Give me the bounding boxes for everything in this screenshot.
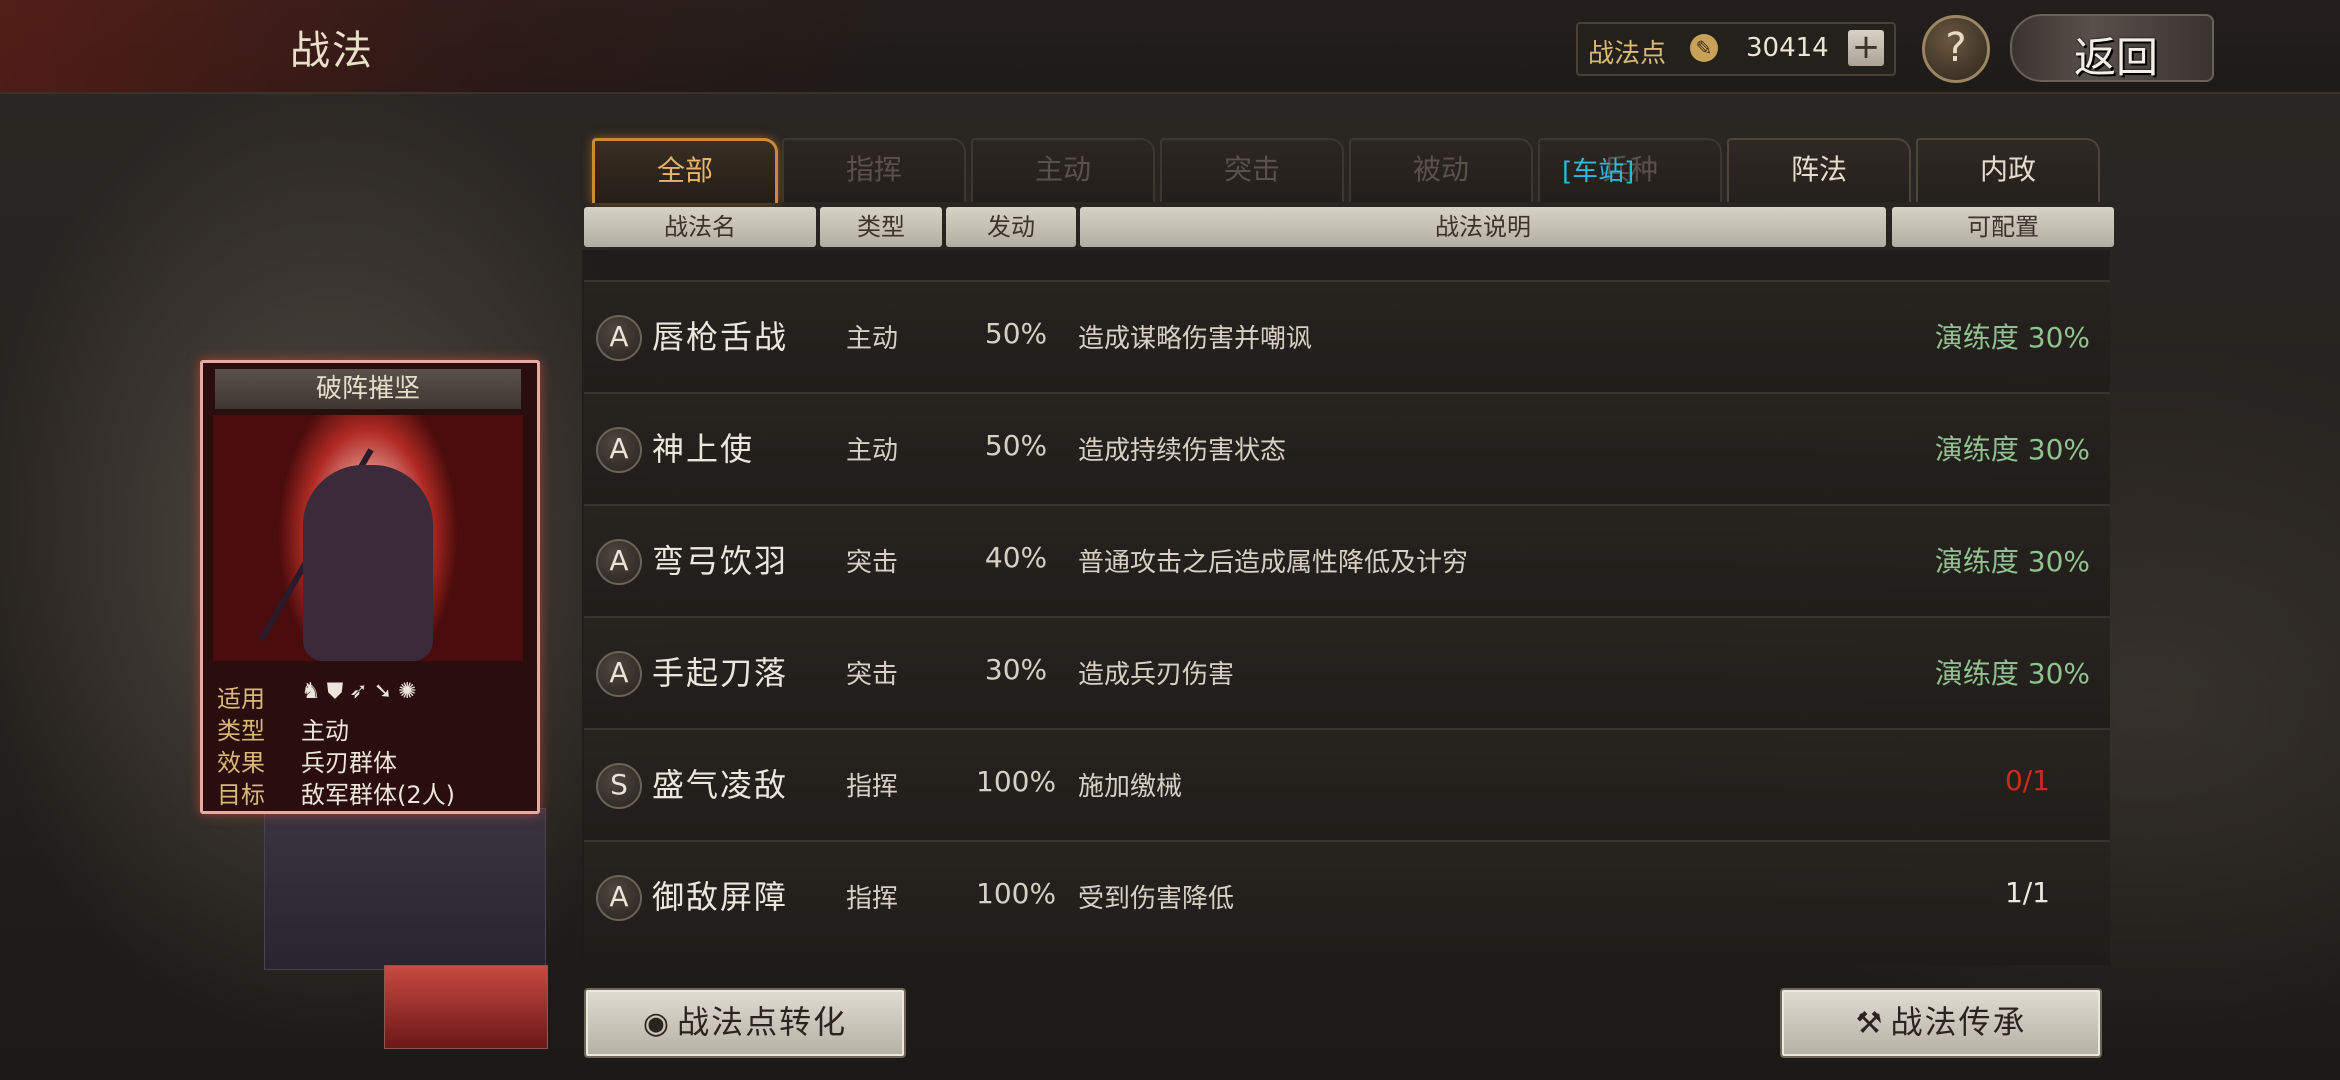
skill-type: 突击 <box>846 660 899 690</box>
tab-command[interactable]: 指挥 <box>782 138 966 202</box>
skill-description: 受到伤害降低 <box>1078 884 1235 914</box>
tab-internal-affairs[interactable]: 内政 <box>1916 138 2100 202</box>
skill-rate: 30% <box>984 653 1048 686</box>
tab-assault[interactable]: 突击 <box>1160 138 1344 202</box>
card-row-effect: 效果 兵刃群体 <box>213 743 527 777</box>
skill-card[interactable]: 破阵摧坚 适用 ♞⛊➶➘✺ 类型 主动 效果 兵刃群体 目标 敌军群体(2人) <box>200 360 540 814</box>
inherit-skill-label: 战法传承 <box>1890 1003 2027 1041</box>
tactic-points-label: 战法点 <box>1588 39 1667 69</box>
column-trigger-rate[interactable]: 发动 <box>946 207 1076 247</box>
tactic-points-icon: ✎ <box>1690 34 1718 62</box>
skill-row[interactable]: A 手起刀落 突击 30% 造成兵刃伤害 演练度 30% <box>584 616 2110 728</box>
skill-name: 神上使 <box>652 430 755 468</box>
convert-points-label: 战法点转化 <box>677 1003 848 1041</box>
tactic-points-value: 30414 <box>1746 33 1829 63</box>
inherit-skill-button[interactable]: ⚒ 战法传承 <box>1780 988 2102 1058</box>
spear-icon: ➘ <box>373 679 399 704</box>
skill-name: 弯弓饮羽 <box>652 542 789 580</box>
skill-description: 普通攻击之后造成属性降低及计穷 <box>1078 548 1469 578</box>
skill-description: 造成谋略伤害并嘲讽 <box>1078 324 1313 354</box>
card-row-target: 目标 敌军群体(2人) <box>213 775 527 809</box>
card-value: 兵刃群体 <box>301 749 397 777</box>
skill-name: 唇枪舌战 <box>652 318 789 356</box>
skill-description: 造成兵刃伤害 <box>1078 660 1235 690</box>
skill-row[interactable]: A 唇枪舌战 主动 50% 造成谋略伤害并嘲讽 演练度 30% <box>584 280 2110 392</box>
skill-config-status: 演练度 30% <box>1934 321 2090 354</box>
column-type[interactable]: 类型 <box>820 207 942 247</box>
skill-name: 盛气凌敌 <box>652 766 789 804</box>
back-button[interactable]: 返回 <box>2010 14 2214 82</box>
cavalry-icon: ♞ <box>301 679 327 704</box>
skill-rate: 100% <box>976 877 1057 910</box>
card-value: 主动 <box>301 717 349 745</box>
back-label: 返回 <box>2074 33 2159 82</box>
skill-type: 突击 <box>846 548 899 578</box>
skill-type: 指挥 <box>846 772 899 802</box>
skill-type: 指挥 <box>846 884 899 914</box>
skill-name: 手起刀落 <box>652 654 789 692</box>
bow-icon: ➶ <box>349 679 374 704</box>
tab-passive[interactable]: 被动 <box>1349 138 1533 202</box>
skill-config-status: 演练度 30% <box>1934 657 2090 690</box>
troop-type-icons: ♞⛊➶➘✺ <box>301 679 423 704</box>
skill-rate: 50% <box>984 429 1048 462</box>
skill-config-status: 演练度 30% <box>1934 545 2090 578</box>
grade-badge: A <box>596 875 642 921</box>
warrior-silhouette <box>303 465 433 661</box>
card-artwork <box>213 415 523 661</box>
skill-name: 御敌屏障 <box>652 878 789 916</box>
skill-row[interactable]: A 弯弓饮羽 突击 40% 普通攻击之后造成属性降低及计穷 演练度 30% <box>584 504 2110 616</box>
card-value: 敌军群体(2人) <box>301 781 455 809</box>
add-points-button[interactable]: + <box>1848 30 1884 66</box>
skill-description: 造成持续伤害状态 <box>1078 436 1287 466</box>
skill-type: 主动 <box>846 324 899 354</box>
skill-row[interactable]: A 神上使 主动 50% 造成持续伤害状态 演练度 30% <box>584 392 2110 504</box>
header-decoration <box>0 0 900 92</box>
grade-badge: A <box>596 427 642 473</box>
column-configurable[interactable]: 可配置 <box>1892 207 2114 247</box>
skill-type: 主动 <box>846 436 899 466</box>
skill-row[interactable]: S 盛气凌敌 指挥 100% 施加缴械 0/1 <box>584 728 2110 840</box>
points-icon: ◉ <box>642 1006 672 1041</box>
card-title: 破阵摧坚 <box>215 369 521 409</box>
tab-all[interactable]: 全部 <box>592 138 778 203</box>
column-skill-name[interactable]: 战法名 <box>584 207 816 247</box>
tab-active[interactable]: 主动 <box>971 138 1155 202</box>
tab-troop-type-badge: [车站] <box>1562 157 1635 187</box>
card-key: 目标 <box>217 781 265 809</box>
grade-badge: A <box>596 651 642 697</box>
grade-badge: S <box>596 763 642 809</box>
column-description: 战法说明 <box>1080 207 1886 247</box>
skill-config-status: 1/1 <box>2004 876 2050 909</box>
skill-row[interactable]: A 御敌屏障 指挥 100% 受到伤害降低 1/1 <box>584 840 2110 952</box>
skill-config-status: 演练度 30% <box>1934 433 2090 466</box>
skill-rate: 40% <box>984 541 1048 574</box>
tactic-points-display: 战法点 ✎ 30414 + <box>1576 22 1896 76</box>
header-bar: 战法 战法点 ✎ 30414 + ? 返回 <box>0 0 2340 94</box>
card-row-type: 类型 主动 <box>213 711 527 745</box>
hammer-icon: ⚒ <box>1855 1006 1885 1041</box>
help-button[interactable]: ? <box>1922 15 1990 83</box>
grade-badge: A <box>596 315 642 361</box>
grade-badge: A <box>596 539 642 585</box>
tab-troop-type[interactable]: 兵种 [车站] <box>1538 138 1722 202</box>
shield-icon: ⛊ <box>326 679 350 704</box>
skill-description: 施加缴械 <box>1078 772 1183 802</box>
card-key: 类型 <box>217 717 265 745</box>
card-row-applicable: 适用 ♞⛊➶➘✺ <box>213 679 527 713</box>
card-key: 适用 <box>217 685 265 713</box>
page-title: 战法 <box>290 28 374 74</box>
chariot-icon: ✺ <box>398 679 423 704</box>
skill-config-status: 0/1 <box>2004 764 2050 797</box>
tab-formation[interactable]: 阵法 <box>1727 138 1911 202</box>
stacked-card <box>384 965 548 1049</box>
stacked-card <box>264 808 546 970</box>
skill-rate: 50% <box>984 317 1048 350</box>
skill-rate: 100% <box>976 765 1057 798</box>
card-key: 效果 <box>217 749 265 777</box>
convert-points-button[interactable]: ◉ 战法点转化 <box>584 988 906 1058</box>
